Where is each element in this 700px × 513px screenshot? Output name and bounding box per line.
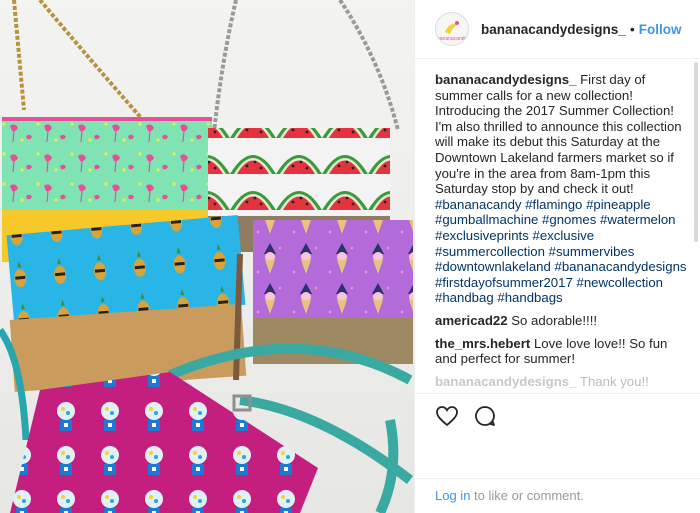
post-side-panel: bananacandy bananacandydesigns_ • Follow… xyxy=(414,0,700,513)
comments-list[interactable]: bananacandydesigns_ First day of summer … xyxy=(415,59,700,393)
account-username[interactable]: bananacandydesigns_ xyxy=(481,22,626,37)
hashtag-link[interactable]: #newcollection xyxy=(576,275,663,290)
comment-item: the_mrs.hebert Love love love!! So fun a… xyxy=(435,336,689,367)
follow-button[interactable]: Follow xyxy=(639,22,682,37)
comment-item: americad22 So adorable!!!! xyxy=(435,313,689,329)
hashtag-link[interactable]: #firstdayofsummer2017 xyxy=(435,275,573,290)
comment-icon[interactable] xyxy=(473,404,497,428)
hashtag-link[interactable]: #exclusive xyxy=(533,228,595,243)
banana-logo-icon: bananacandy xyxy=(437,21,467,42)
hashtag-link[interactable]: #handbag xyxy=(435,290,494,305)
hashtag-link[interactable]: #flamingo xyxy=(525,197,582,212)
comment-text: So adorable!!!! xyxy=(511,312,598,328)
comment-text: Thank you!! xyxy=(579,373,649,389)
hashtag-link[interactable]: #bananacandydesigns xyxy=(555,259,687,274)
post-header: bananacandy bananacandydesigns_ • Follow xyxy=(415,0,700,59)
comment-username[interactable]: bananacandydesigns_ xyxy=(435,374,576,389)
separator-dot: • xyxy=(629,21,635,37)
hashtag-link[interactable]: #summercollection xyxy=(435,244,545,259)
caption-username[interactable]: bananacandydesigns_ xyxy=(435,72,576,87)
hashtag-link[interactable]: #downtownlakeland xyxy=(435,259,551,274)
comment-username[interactable]: the_mrs.hebert xyxy=(435,336,530,351)
avatar-logo-text: bananacandy xyxy=(437,36,467,42)
hashtag-link[interactable]: #bananacandy xyxy=(435,197,522,212)
login-prompt-text: to like or comment. xyxy=(474,488,584,503)
login-link[interactable]: Log in xyxy=(435,488,470,503)
post-actions xyxy=(415,393,700,437)
hashtag-link[interactable]: #handbags xyxy=(497,290,562,305)
caption-text: First day of summer calls for a new coll… xyxy=(435,72,682,197)
login-prompt: Log in to like or comment. xyxy=(415,478,700,513)
hashtag-link[interactable]: #summervibes xyxy=(549,244,635,259)
hashtag-link[interactable]: #pineapple xyxy=(586,197,651,212)
comments-scrollbar[interactable] xyxy=(694,62,698,242)
post-photo[interactable] xyxy=(0,0,414,513)
hashtag-link[interactable]: #gumballmachine xyxy=(435,212,538,227)
hashtag-link[interactable]: #exclusiveprints xyxy=(435,228,529,243)
caption: bananacandydesigns_ First day of summer … xyxy=(435,72,689,306)
caption-hashtags: #bananacandy #flamingo #pineapple #gumba… xyxy=(435,197,687,306)
comment-username[interactable]: americad22 xyxy=(435,313,508,328)
heart-icon[interactable] xyxy=(435,404,459,428)
hashtag-link[interactable]: #watermelon xyxy=(600,212,676,227)
avatar[interactable]: bananacandy xyxy=(435,12,469,46)
hashtag-link[interactable]: #gnomes xyxy=(542,212,596,227)
comment-item: bananacandydesigns_ Thank you!! xyxy=(435,374,689,390)
